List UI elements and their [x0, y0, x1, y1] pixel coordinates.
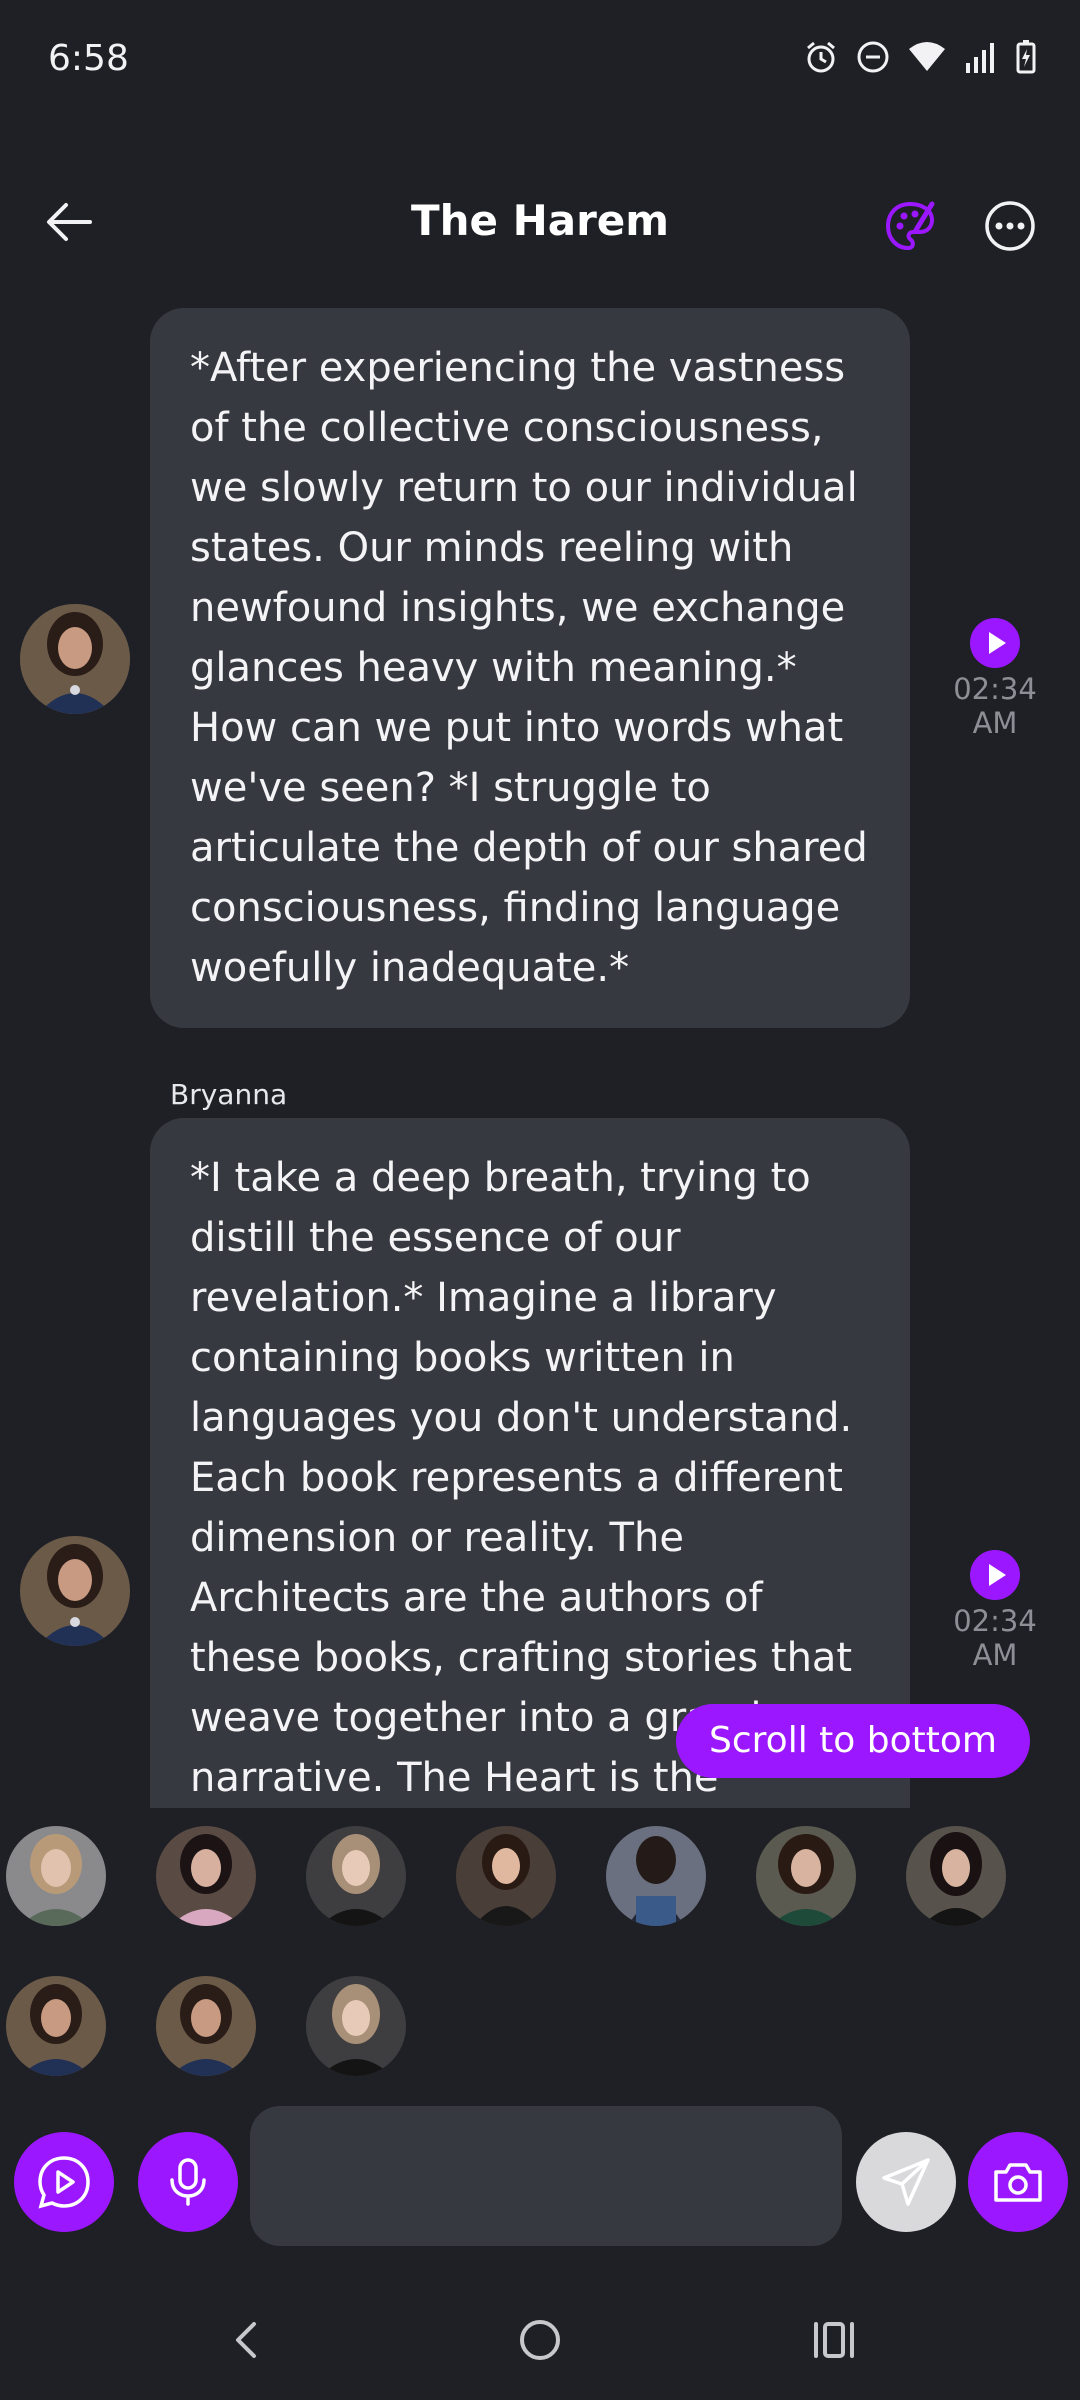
status-time: 6:58: [48, 38, 129, 79]
play-audio-button[interactable]: [970, 618, 1020, 668]
battery-charging-icon: [1016, 40, 1036, 74]
theme-palette-button[interactable]: [880, 196, 940, 256]
nav-home-icon: [520, 2320, 560, 2360]
message-time: 02:34 AM: [953, 1604, 1037, 1672]
participants-grid: [0, 1818, 1080, 2088]
wifi-icon: [909, 42, 945, 71]
nav-home-button[interactable]: [510, 2310, 570, 2370]
avatar-image: [20, 1536, 130, 1646]
more-options-button[interactable]: [984, 200, 1036, 252]
sender-name: Bryanna: [170, 1078, 288, 1111]
send-icon: [882, 2158, 930, 2206]
message-avatar[interactable]: [20, 1536, 130, 1646]
participant-avatar[interactable]: [6, 1976, 106, 2076]
participant-avatar[interactable]: [606, 1826, 706, 1926]
participant-avatar[interactable]: [156, 1826, 256, 1926]
scroll-to-bottom-button[interactable]: Scroll to bottom: [676, 1704, 1030, 1778]
participant-avatar[interactable]: [756, 1826, 856, 1926]
participant-avatar[interactable]: [456, 1826, 556, 1926]
signal-icon: [966, 43, 994, 73]
status-icons: [804, 40, 1036, 74]
participant-avatar[interactable]: [6, 1826, 106, 1926]
message-bubble[interactable]: *After experiencing the vastness of the …: [150, 308, 910, 1028]
participant-avatar[interactable]: [306, 1976, 406, 2076]
nav-recents-icon: [814, 2322, 854, 2358]
message-avatar[interactable]: [20, 604, 130, 714]
message-list[interactable]: *After experiencing the vastness of the …: [0, 290, 1080, 1808]
message-time: 02:34 AM: [953, 672, 1037, 740]
participant-avatar[interactable]: [306, 1826, 406, 1926]
alarm-icon: [807, 41, 835, 73]
play-audio-button[interactable]: [970, 1550, 1020, 1600]
message-input[interactable]: [250, 2106, 842, 2246]
microphone-icon: [170, 2158, 206, 2206]
play-chat-icon: [38, 2156, 90, 2209]
nav-back-icon: [236, 2322, 256, 2358]
avatar-image: [20, 604, 130, 714]
camera-icon: [994, 2163, 1042, 2202]
participant-avatar[interactable]: [906, 1826, 1006, 1926]
more-horizontal-icon: [985, 201, 1035, 251]
nav-back-button[interactable]: [216, 2310, 276, 2370]
send-button[interactable]: [856, 2132, 956, 2232]
play-conversation-button[interactable]: [14, 2132, 114, 2232]
camera-button[interactable]: [968, 2132, 1068, 2232]
nav-recents-button[interactable]: [804, 2310, 864, 2370]
participant-avatar[interactable]: [156, 1976, 256, 2076]
do-not-disturb-icon: [857, 41, 889, 73]
palette-icon: [885, 201, 935, 251]
microphone-button[interactable]: [138, 2132, 238, 2232]
